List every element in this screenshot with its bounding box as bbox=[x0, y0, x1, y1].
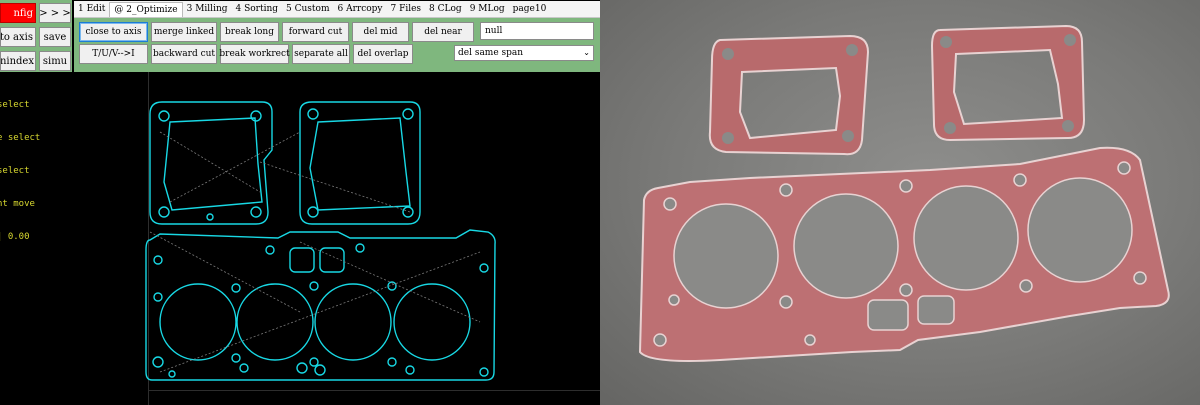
tab-milling[interactable]: 3 Milling bbox=[183, 2, 232, 17]
del-mid-button[interactable]: del mid bbox=[352, 22, 409, 42]
tab-custom[interactable]: 5 Custom bbox=[282, 2, 333, 17]
cover-gasket-left bbox=[149, 101, 273, 225]
optimize-mode-select[interactable]: del same span ⌄ bbox=[454, 45, 594, 61]
optimize-value-input[interactable]: null bbox=[480, 22, 594, 40]
separate-all-button[interactable]: separate all bbox=[292, 44, 350, 64]
tab-optimize[interactable]: @ 2_Optimize bbox=[109, 2, 183, 17]
cover-gasket-right bbox=[299, 101, 421, 225]
tab-mlog[interactable]: 9 MLog bbox=[466, 2, 509, 17]
optimize-panel: close to axis merge linked break long fo… bbox=[74, 18, 600, 72]
photo-cover-gasket-right bbox=[930, 24, 1086, 142]
tab-clog[interactable]: 8 CLog bbox=[425, 2, 466, 17]
photo-head-gasket bbox=[638, 146, 1170, 362]
tab-sorting[interactable]: 4 Sorting bbox=[232, 2, 283, 17]
backward-cut-button[interactable]: backward cut bbox=[151, 44, 217, 64]
forward-cut-button[interactable]: forward cut bbox=[282, 22, 349, 42]
tab-page10[interactable]: page10 bbox=[509, 2, 551, 17]
gasket-photo bbox=[600, 0, 1200, 405]
simu-button[interactable]: simu bbox=[39, 51, 71, 71]
side-toolbar: nfig > > > to axis save runindex simu bbox=[0, 0, 72, 72]
del-near-button[interactable]: del near bbox=[412, 22, 474, 42]
tab-bar: 1 Edit @ 2_Optimize 3 Milling 4 Sorting … bbox=[74, 1, 600, 18]
tab-files[interactable]: 7 Files bbox=[387, 2, 426, 17]
merge-linked-button[interactable]: merge linked bbox=[151, 22, 217, 42]
tab-arrcopy[interactable]: 6 Arrcopy bbox=[334, 2, 387, 17]
runindex-button[interactable]: runindex bbox=[0, 51, 36, 71]
chevron-down-icon: ⌄ bbox=[583, 48, 590, 57]
tab-edit[interactable]: 1 Edit bbox=[74, 2, 109, 17]
to-axis-button[interactable]: to axis bbox=[0, 27, 36, 47]
config-button[interactable]: nfig bbox=[0, 3, 36, 23]
cad-application: nfig > > > to axis save runindex simu 1 … bbox=[0, 0, 600, 405]
gasket-photo-image bbox=[638, 24, 1170, 362]
cad-drawing bbox=[145, 101, 496, 381]
close-to-axis-button[interactable]: close to axis bbox=[79, 22, 148, 42]
toolpath-rapid-moves bbox=[149, 131, 481, 373]
break-workrect-button[interactable]: break workrect bbox=[219, 44, 290, 64]
break-long-button[interactable]: break long bbox=[220, 22, 279, 42]
drawing-canvas[interactable]: select e select select nt move | 0.00 bbox=[0, 72, 600, 405]
tuv-to-i-button[interactable]: T/U/V-->I bbox=[79, 44, 148, 64]
save-button[interactable]: save bbox=[39, 27, 71, 47]
optimize-mode-value: del same span bbox=[458, 48, 524, 58]
collapse-button[interactable]: > > > bbox=[39, 3, 71, 23]
del-overlap-button[interactable]: del overlap bbox=[353, 44, 413, 64]
